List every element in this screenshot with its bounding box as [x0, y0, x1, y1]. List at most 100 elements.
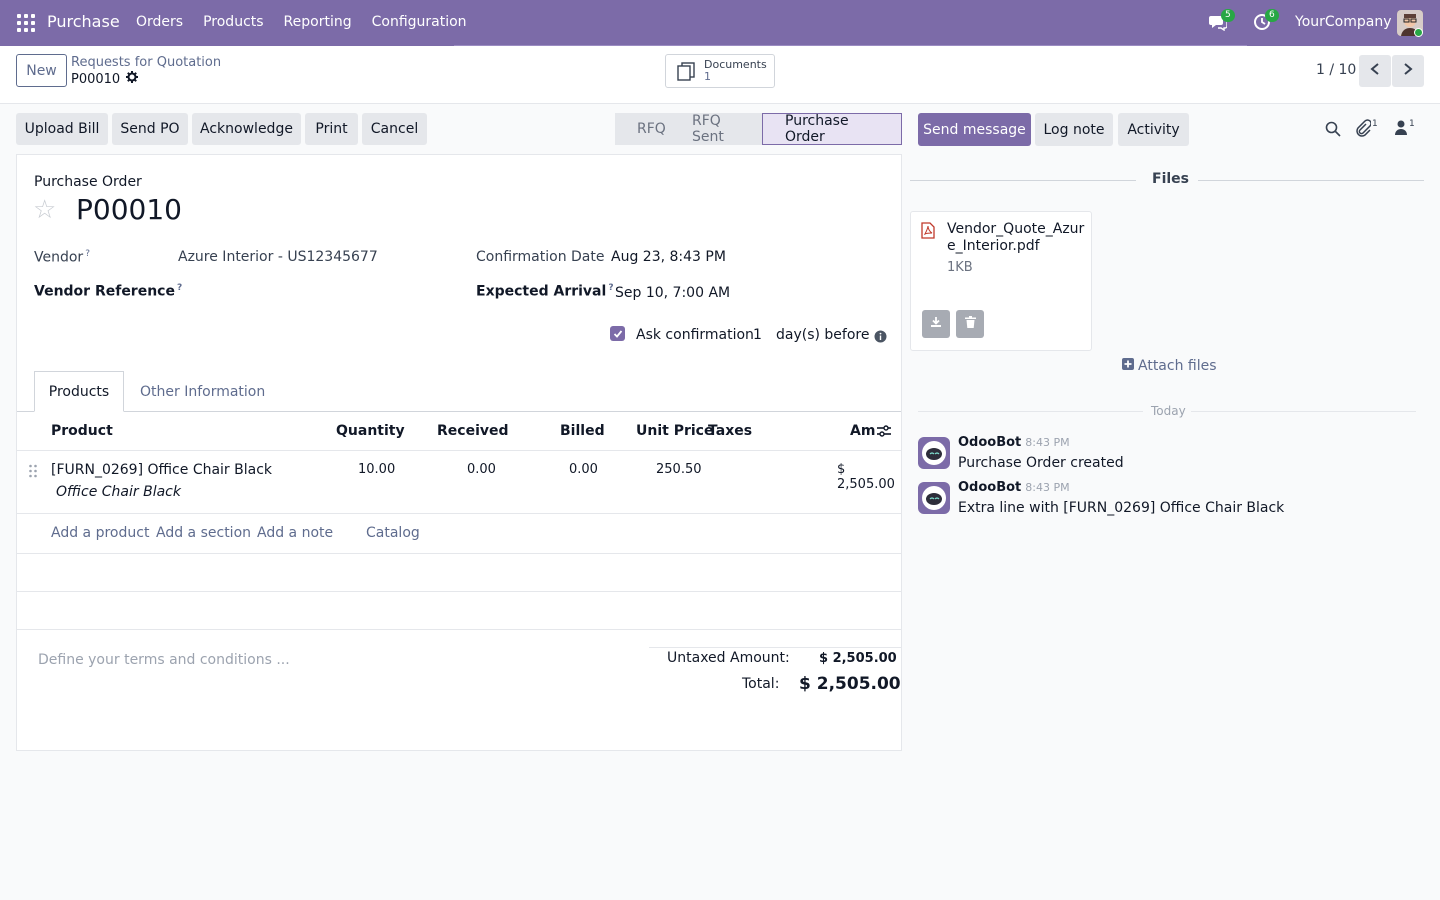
- status-purchase-order[interactable]: Purchase Order: [762, 113, 902, 145]
- files-title: Files: [1152, 171, 1189, 187]
- row-divider: [17, 553, 901, 554]
- followers-counter[interactable]: 1: [1395, 119, 1415, 139]
- message-body: Extra line with [FURN_0269] Office Chair…: [958, 500, 1285, 516]
- chevron-right-icon: [1403, 63, 1413, 79]
- activities-icon[interactable]: 6: [1253, 9, 1279, 33]
- status-rfq-sent[interactable]: RFQ Sent: [670, 113, 762, 145]
- info-icon[interactable]: [874, 330, 887, 347]
- gear-icon[interactable]: [126, 71, 139, 87]
- confirmation-date-value[interactable]: Aug 23, 8:43 PM: [611, 249, 726, 265]
- vendor-reference-input[interactable]: [178, 279, 448, 303]
- followers-count: 1: [1409, 119, 1415, 129]
- line-received[interactable]: 0.00: [467, 462, 496, 477]
- menu-configuration[interactable]: Configuration: [372, 14, 467, 30]
- star-icon[interactable]: ☆: [33, 195, 56, 225]
- tab-other-information[interactable]: Other Information: [140, 371, 265, 412]
- activity-button[interactable]: Activity: [1118, 113, 1189, 146]
- terms-and-conditions-input[interactable]: Define your terms and conditions ...: [38, 652, 290, 668]
- total-value: $ 2,505.00: [799, 674, 901, 694]
- add-section-link[interactable]: Add a section: [156, 525, 251, 541]
- delete-attachment-button[interactable]: [956, 310, 984, 338]
- company-switcher[interactable]: YourCompany: [1295, 14, 1392, 30]
- upload-bill-button[interactable]: Upload Bill: [16, 113, 108, 145]
- confirmation-date-label: Confirmation Date: [476, 249, 605, 265]
- expected-arrival-field[interactable]: Sep 10, 7:00 AM: [615, 285, 730, 301]
- menu-orders[interactable]: Orders: [136, 14, 183, 30]
- column-received[interactable]: Received: [437, 423, 509, 439]
- reminder-days-suffix: day(s) before: [776, 327, 870, 343]
- new-button[interactable]: New: [16, 54, 67, 87]
- pager-value[interactable]: 1 / 10: [1316, 62, 1356, 78]
- breadcrumb-current-label: P00010: [71, 71, 121, 87]
- line-description[interactable]: Office Chair Black: [56, 484, 181, 500]
- add-note-link[interactable]: Add a note: [257, 525, 333, 541]
- column-settings-icon[interactable]: [877, 424, 891, 442]
- line-unit-price[interactable]: 250.50: [656, 462, 702, 477]
- message-time: 8:43 PM: [1025, 436, 1070, 449]
- attachment-size: 1KB: [947, 260, 973, 275]
- app-menu-icon[interactable]: [17, 14, 35, 32]
- activities-badge: 6: [1265, 9, 1279, 22]
- log-note-button[interactable]: Log note: [1035, 113, 1113, 146]
- attachments-counter[interactable]: 1: [1355, 119, 1378, 141]
- menu-reporting[interactable]: Reporting: [284, 14, 352, 30]
- documents-icon: [676, 60, 698, 82]
- documents-smart-button[interactable]: Documents 1: [665, 54, 775, 88]
- line-product[interactable]: [FURN_0269] Office Chair Black: [51, 462, 272, 478]
- column-taxes[interactable]: Taxes: [708, 423, 752, 439]
- attach-files-label: Attach files: [1138, 358, 1217, 374]
- pdf-file-icon: [921, 222, 935, 243]
- add-product-link[interactable]: Add a product: [51, 525, 149, 541]
- pager-previous-button[interactable]: [1359, 55, 1391, 87]
- attach-files-button[interactable]: Attach files: [1122, 358, 1217, 374]
- record-title: P00010: [76, 193, 182, 226]
- vendor-label-text: Vendor: [34, 249, 84, 266]
- today-divider-right: [1191, 411, 1416, 412]
- ask-confirmation-checkbox[interactable]: [610, 326, 625, 341]
- breadcrumb-parent[interactable]: Requests for Quotation: [71, 55, 221, 70]
- column-unit-price[interactable]: Unit Price: [636, 423, 713, 439]
- send-po-button[interactable]: Send PO: [112, 113, 188, 145]
- paperclip-icon: [1355, 119, 1372, 141]
- pager-next-button[interactable]: [1392, 55, 1424, 87]
- tab-products[interactable]: Products: [34, 371, 124, 412]
- app-name[interactable]: Purchase: [47, 12, 120, 31]
- untaxed-amount-value: $ 2,505.00: [819, 651, 897, 666]
- online-status-dot: [1414, 28, 1423, 37]
- vendor-field[interactable]: Azure Interior - US12345677: [178, 249, 378, 265]
- column-amount[interactable]: Am: [850, 423, 875, 439]
- row-divider: [17, 513, 901, 514]
- vendor-help[interactable]: ?: [85, 249, 90, 259]
- vendor-reference-label-text: Vendor Reference: [34, 283, 175, 300]
- cancel-button[interactable]: Cancel: [362, 113, 427, 145]
- search-icon[interactable]: [1325, 121, 1341, 141]
- column-quantity[interactable]: Quantity: [336, 423, 405, 439]
- vendor-label: Vendor?: [34, 249, 90, 266]
- message-time: 8:43 PM: [1025, 481, 1070, 494]
- drag-handle-icon[interactable]: [28, 464, 38, 482]
- send-message-button[interactable]: Send message: [918, 113, 1031, 146]
- message-body: Purchase Order created: [958, 455, 1124, 471]
- ask-confirmation-label: Ask confirmation: [636, 327, 754, 343]
- message-author[interactable]: OdooBot 8:43 PM: [958, 480, 1070, 495]
- attachment-card[interactable]: Vendor_Quote_Azure_Interior.pdf 1KB: [910, 211, 1092, 351]
- catalog-link[interactable]: Catalog: [366, 525, 420, 541]
- download-button[interactable]: [922, 310, 950, 338]
- message-author[interactable]: OdooBot 8:43 PM: [958, 435, 1070, 450]
- acknowledge-button[interactable]: Acknowledge: [192, 113, 301, 145]
- odoobot-avatar[interactable]: [918, 437, 950, 469]
- column-product[interactable]: Product: [51, 423, 113, 439]
- attachment-name: Vendor_Quote_Azure_Interior.pdf: [947, 221, 1085, 254]
- status-rfq[interactable]: RFQ: [615, 113, 670, 145]
- print-button[interactable]: Print: [305, 113, 358, 145]
- expected-arrival-help[interactable]: ?: [608, 283, 613, 293]
- menu-products[interactable]: Products: [203, 14, 263, 30]
- column-billed[interactable]: Billed: [560, 423, 605, 439]
- odoobot-avatar[interactable]: [918, 482, 950, 514]
- today-divider-left: [918, 411, 1143, 412]
- line-billed[interactable]: 0.00: [569, 462, 598, 477]
- notebook-tabs: Products Other Information: [17, 371, 901, 412]
- line-quantity[interactable]: 10.00: [358, 462, 395, 477]
- reminder-days-input[interactable]: 1: [753, 327, 762, 343]
- messages-icon[interactable]: 5: [1209, 9, 1235, 33]
